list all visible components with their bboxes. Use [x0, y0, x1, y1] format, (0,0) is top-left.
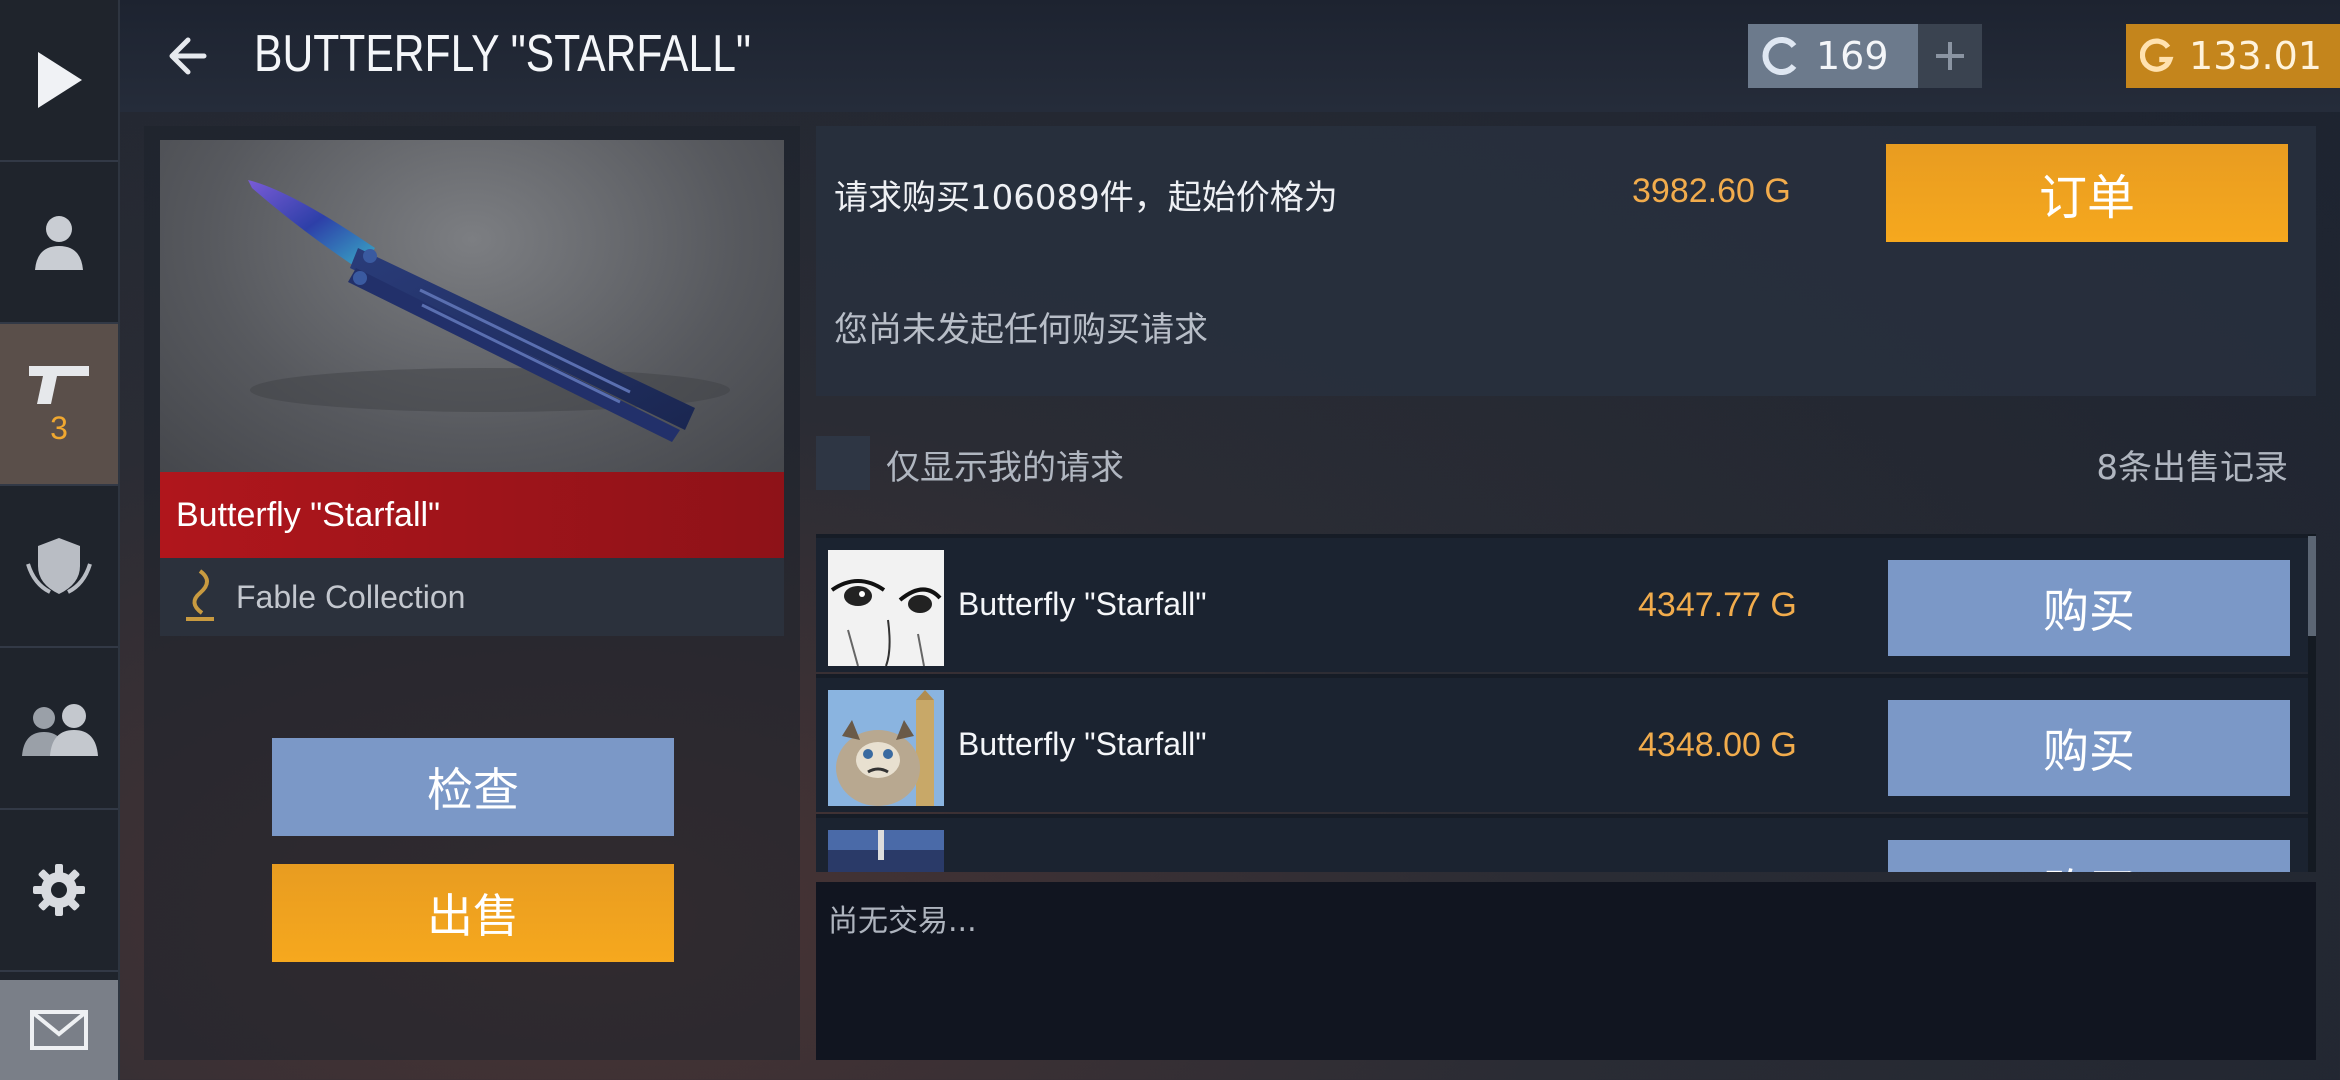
sidebar-item-profile[interactable]	[0, 162, 118, 324]
collection-name: Fable Collection	[236, 578, 466, 615]
fable-collection-logo-icon	[186, 569, 214, 621]
gear-icon	[33, 864, 85, 916]
buy-button[interactable]: 购买	[1888, 700, 2290, 796]
weapons-count: 3	[50, 409, 68, 446]
item-name: Butterfly "Starfall"	[176, 495, 441, 534]
filter-row: 仅显示我的请求 8条出售记录	[816, 416, 2316, 506]
clan-shield-icon	[26, 538, 92, 594]
item-image	[160, 140, 784, 472]
credits-balance: 169	[1748, 24, 1982, 88]
sell-listings[interactable]: Butterfly "Starfall" 4347.77 G 购买 Butter…	[816, 534, 2316, 872]
add-credits-button[interactable]	[1918, 24, 1982, 88]
friends-icon	[22, 704, 98, 756]
no-requests-text: 您尚未发起任何购买请求	[834, 310, 1208, 350]
sidebar-item-weapons[interactable]: 3	[0, 324, 118, 486]
page-title: BUTTERFLY "STARFALL"	[254, 25, 752, 83]
sidebar: 3	[0, 0, 120, 1080]
listing-price: 4347.77 G	[1638, 586, 1797, 624]
listing-row: 购买	[816, 814, 2308, 872]
play-icon	[38, 52, 82, 108]
order-start-price: 3982.60 G	[1632, 172, 1791, 210]
buy-button[interactable]: 购买	[1888, 840, 2290, 872]
sell-button[interactable]: 出售	[272, 864, 674, 962]
place-order-button[interactable]: 订单	[1886, 144, 2288, 242]
credits-icon	[1762, 37, 1797, 75]
show-my-requests-checkbox[interactable]	[816, 436, 870, 490]
collection-row: Fable Collection	[160, 558, 784, 636]
credits-amount: 169	[1816, 34, 1889, 78]
profile-icon	[35, 216, 83, 270]
pistol-icon	[29, 365, 89, 404]
top-bar: BUTTERFLY "STARFALL" 169 133.01	[120, 0, 2340, 112]
gold-balance: 133.01	[2126, 24, 2340, 88]
order-request-text: 请求购买106089件，起始价格为	[834, 178, 1338, 218]
sidebar-item-play[interactable]	[0, 0, 118, 162]
item-panel: Butterfly "Starfall" Fable Collection 检查…	[144, 126, 800, 1060]
seller-avatar	[828, 830, 944, 872]
item-rarity-bar: Butterfly "Starfall"	[160, 472, 784, 558]
show-my-requests-label[interactable]: 仅显示我的请求	[886, 440, 1124, 489]
plus-icon	[1936, 42, 1964, 70]
gold-icon	[2140, 38, 2174, 72]
back-button[interactable]	[164, 30, 220, 82]
transaction-history: 尚无交易...	[816, 882, 2316, 1060]
gold-amount: 133.01	[2189, 34, 2322, 78]
listing-row: Butterfly "Starfall" 4347.77 G 购买	[816, 534, 2308, 672]
mail-icon	[30, 1010, 88, 1050]
sales-records-count: 8条出售记录	[2096, 448, 2288, 488]
listing-item-name: Butterfly "Starfall"	[958, 586, 1207, 622]
item-card: Butterfly "Starfall" Fable Collection	[160, 140, 784, 636]
sidebar-item-friends[interactable]	[0, 648, 118, 810]
manga-eye-avatar-image	[828, 550, 944, 666]
inspect-button[interactable]: 检查	[272, 738, 674, 836]
landscape-avatar-image	[828, 830, 944, 872]
listing-row: Butterfly "Starfall" 4348.00 G 购买	[816, 674, 2308, 812]
buy-order-panel: 请求购买106089件，起始价格为 3982.60 G 订单 您尚未发起任何购买…	[816, 126, 2316, 396]
listing-price: 4348.00 G	[1638, 726, 1797, 764]
no-transactions-text: 尚无交易...	[828, 904, 977, 939]
butterfly-knife-image	[248, 180, 730, 442]
listing-item-name: Butterfly "Starfall"	[958, 726, 1207, 762]
listings-scrollbar[interactable]	[2308, 534, 2316, 872]
back-arrow-icon	[169, 37, 207, 75]
seller-avatar	[828, 690, 944, 806]
seller-avatar	[828, 550, 944, 666]
sidebar-item-mail[interactable]	[0, 980, 118, 1080]
buy-button[interactable]: 购买	[1888, 560, 2290, 656]
sidebar-item-settings[interactable]	[0, 810, 118, 972]
grumpy-cat-avatar-image	[828, 690, 944, 806]
scrollbar-thumb[interactable]	[2308, 536, 2316, 636]
sidebar-item-clan[interactable]	[0, 486, 118, 648]
